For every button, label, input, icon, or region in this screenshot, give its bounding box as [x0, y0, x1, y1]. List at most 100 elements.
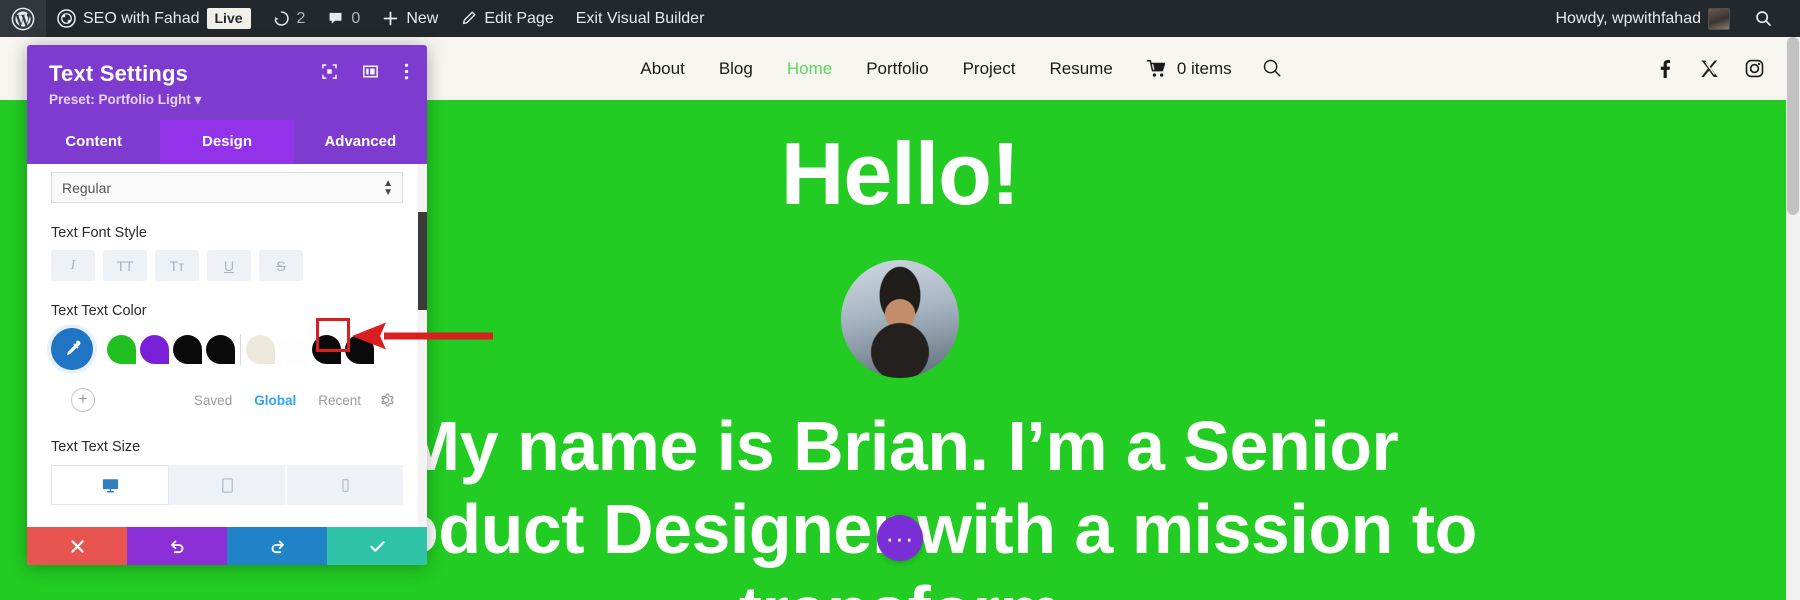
- tab-content[interactable]: Content: [27, 120, 160, 164]
- revisions-count: 2: [296, 9, 306, 27]
- gear-icon[interactable]: [369, 383, 403, 417]
- select-stepper-icon: ▲ ▼: [383, 177, 393, 198]
- dashboard-icon: [57, 9, 76, 28]
- wordpress-logo-icon: [11, 7, 35, 30]
- panel-header-actions: [322, 63, 409, 80]
- new-content-label: New: [406, 9, 439, 27]
- text-settings-panel: Text Settings Preset: Portfolio Light ▾: [27, 45, 427, 565]
- page-scrollbar-thumb[interactable]: [1787, 37, 1799, 215]
- user-avatar: [1708, 7, 1730, 30]
- focus-target-icon[interactable]: [322, 64, 337, 79]
- undo-arrow-icon: [170, 540, 183, 553]
- uppercase-icon[interactable]: TT: [103, 250, 147, 281]
- panel-body: Regular ▲ ▼ Text Font Style I TT Tᴛ U S T…: [27, 164, 427, 527]
- swatch-black-4[interactable]: [345, 334, 374, 364]
- pencil-icon: [463, 11, 476, 25]
- color-swatch-row: [51, 328, 403, 370]
- panel-scrollbar-thumb[interactable]: [418, 212, 427, 310]
- checkmark-icon: [369, 540, 385, 552]
- admin-bar-left-group: SEO with Fahad Live 2 0 New Edit Page Ex…: [0, 0, 715, 37]
- swatch-white[interactable]: [279, 334, 308, 364]
- font-weight-select[interactable]: Regular ▲ ▼: [51, 172, 403, 203]
- nav-item-about[interactable]: About: [623, 59, 701, 79]
- primary-navigation: About Blog Home Portfolio Project Resume…: [503, 58, 1296, 79]
- nav-item-project[interactable]: Project: [946, 59, 1033, 79]
- site-search-button[interactable]: [1248, 58, 1297, 79]
- font-style-label: Text Font Style: [51, 225, 147, 241]
- swatch-purple[interactable]: [140, 334, 169, 364]
- exit-visual-builder-button[interactable]: Exit Visual Builder: [565, 0, 716, 37]
- device-toggle-group: [51, 465, 403, 505]
- comment-bubble-icon: [329, 12, 342, 24]
- site-name-button[interactable]: SEO with Fahad Live: [46, 0, 262, 37]
- new-content-button[interactable]: New: [371, 0, 449, 37]
- add-color-button[interactable]: +: [71, 388, 95, 412]
- profile-photo: [841, 260, 959, 378]
- kebab-menu-icon[interactable]: [404, 63, 409, 80]
- layout-columns-icon[interactable]: [363, 64, 378, 79]
- comments-count: 0: [351, 9, 361, 27]
- color-palette-controls: + Saved Global Recent: [51, 383, 403, 417]
- text-size-label: Text Text Size: [51, 439, 141, 455]
- edit-page-button[interactable]: Edit Page: [449, 0, 564, 37]
- x-twitter-icon[interactable]: [1700, 59, 1719, 78]
- swatch-black-3[interactable]: [312, 334, 341, 364]
- panel-tabs: Content Design Advanced: [27, 120, 427, 164]
- tablet-icon[interactable]: [169, 465, 287, 505]
- live-badge: Live: [206, 8, 251, 29]
- desktop-icon[interactable]: [51, 465, 169, 505]
- revisions-icon: [274, 11, 289, 26]
- strikethrough-icon[interactable]: S: [259, 250, 303, 281]
- close-x-icon: [70, 539, 84, 553]
- wordpress-logo-button[interactable]: [0, 0, 46, 37]
- page-scrollbar[interactable]: [1786, 37, 1800, 600]
- eyedropper-icon[interactable]: [51, 328, 93, 370]
- undo-button[interactable]: [127, 527, 227, 565]
- redo-arrow-icon: [271, 540, 284, 553]
- facebook-icon[interactable]: [1655, 59, 1674, 78]
- social-links: [1655, 37, 1764, 100]
- save-button[interactable]: [327, 527, 427, 565]
- swatch-black-1[interactable]: [173, 334, 202, 364]
- shopping-cart-icon: [1146, 59, 1166, 77]
- panel-scrollbar[interactable]: [418, 164, 427, 527]
- italic-icon[interactable]: I: [51, 250, 95, 281]
- nav-item-blog[interactable]: Blog: [702, 59, 770, 79]
- tab-design[interactable]: Design: [160, 120, 294, 164]
- howdy-label: Howdy, wpwithfahad: [1555, 9, 1701, 27]
- swatch-green[interactable]: [107, 334, 136, 364]
- edit-page-label: Edit Page: [484, 9, 554, 27]
- comments-button[interactable]: 0: [316, 0, 371, 37]
- my-account-button[interactable]: Howdy, wpwithfahad: [1544, 0, 1741, 37]
- module-options-fab[interactable]: ···: [877, 515, 923, 561]
- palette-tab-recent[interactable]: Recent: [318, 393, 361, 408]
- nav-item-home[interactable]: Home: [770, 59, 849, 79]
- swatch-cream[interactable]: [240, 333, 275, 365]
- nav-item-resume[interactable]: Resume: [1033, 59, 1130, 79]
- palette-tabs: Saved Global Recent: [194, 393, 361, 408]
- font-weight-value: Regular: [62, 179, 112, 196]
- admin-search-button[interactable]: [1741, 0, 1786, 37]
- chevron-down-icon: ▾: [194, 92, 202, 107]
- font-style-group: I TT Tᴛ U S: [51, 250, 403, 281]
- cancel-button[interactable]: [27, 527, 127, 565]
- underline-icon[interactable]: U: [207, 250, 251, 281]
- cart-items-label: 0 items: [1176, 58, 1232, 78]
- swatch-black-2[interactable]: [206, 334, 235, 364]
- text-color-label: Text Text Color: [51, 303, 147, 319]
- exit-visual-builder-label: Exit Visual Builder: [575, 9, 705, 27]
- tab-advanced[interactable]: Advanced: [294, 120, 427, 164]
- panel-header: Text Settings Preset: Portfolio Light ▾: [27, 45, 427, 120]
- redo-button[interactable]: [227, 527, 327, 565]
- small-caps-icon[interactable]: Tᴛ: [155, 250, 199, 281]
- palette-tab-global[interactable]: Global: [254, 393, 296, 408]
- palette-tab-saved[interactable]: Saved: [194, 393, 232, 408]
- cart-button[interactable]: 0 items: [1130, 59, 1248, 79]
- admin-bar-right-group: Howdy, wpwithfahad: [1544, 0, 1800, 37]
- nav-item-portfolio[interactable]: Portfolio: [849, 59, 945, 79]
- revisions-button[interactable]: 2: [262, 0, 317, 37]
- phone-icon[interactable]: [287, 465, 403, 505]
- preset-selector[interactable]: Preset: Portfolio Light ▾: [49, 92, 405, 108]
- instagram-icon[interactable]: [1745, 59, 1764, 78]
- preset-label: Preset: Portfolio Light: [49, 92, 191, 107]
